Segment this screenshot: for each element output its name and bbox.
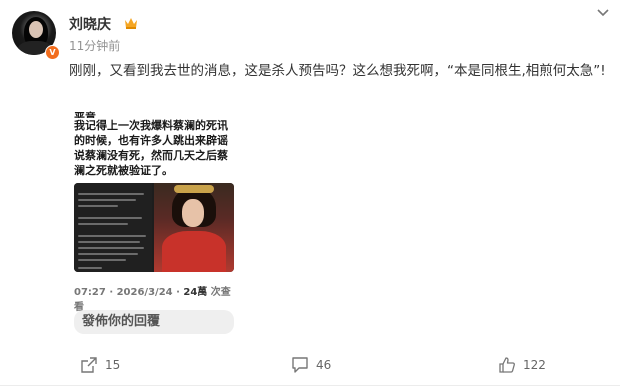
comment-count: 46 (316, 358, 332, 372)
divider (0, 385, 620, 386)
share-icon (81, 357, 97, 373)
author-name[interactable]: 刘晓庆 (69, 14, 111, 34)
embedded-screenshot[interactable]: 恶意。 我记得上一次我爆料蔡澜的死讯的时候，也有许多人跳出来辟谣说蔡澜没有死，然… (70, 110, 238, 336)
embedded-text-block: 恶意。 我记得上一次我爆料蔡澜的死讯的时候，也有许多人跳出来辟谣说蔡澜没有死，然… (74, 110, 234, 178)
like-count: 122 (523, 358, 546, 372)
embedded-text-clipped: 恶意。 (74, 111, 107, 118)
embedded-image-portrait (154, 183, 234, 272)
thumbs-up-icon (499, 357, 515, 373)
action-bar: 15 46 122 (0, 350, 620, 380)
embedded-reply-box: 發佈你的回覆 (74, 310, 234, 334)
embedded-text-body: 我记得上一次我爆料蔡澜的死讯的时候，也有许多人跳出来辟谣说蔡澜没有死，然而几天之… (74, 119, 228, 177)
post-time[interactable]: 11分钟前 (69, 37, 120, 54)
post-text: 刚刚，又看到我去世的消息，这是杀人预告吗？这么想我死啊，“本是同根生,相煎何太急… (69, 63, 606, 79)
embedded-meta: 07:27 · 2026/3/24 · 24萬 次查看 (74, 283, 238, 313)
embedded-meta-views: 24萬 (183, 287, 208, 298)
embedded-image (74, 183, 234, 272)
chevron-down-icon[interactable] (596, 6, 610, 20)
share-count: 15 (105, 358, 121, 372)
embedded-image-text-column (74, 183, 152, 272)
comment-icon (292, 357, 308, 373)
avatar-face (29, 21, 43, 38)
crown-icon (125, 18, 137, 29)
embedded-meta-date: 07:27 · 2026/3/24 · (74, 287, 184, 298)
verified-badge-icon: V (45, 45, 60, 60)
